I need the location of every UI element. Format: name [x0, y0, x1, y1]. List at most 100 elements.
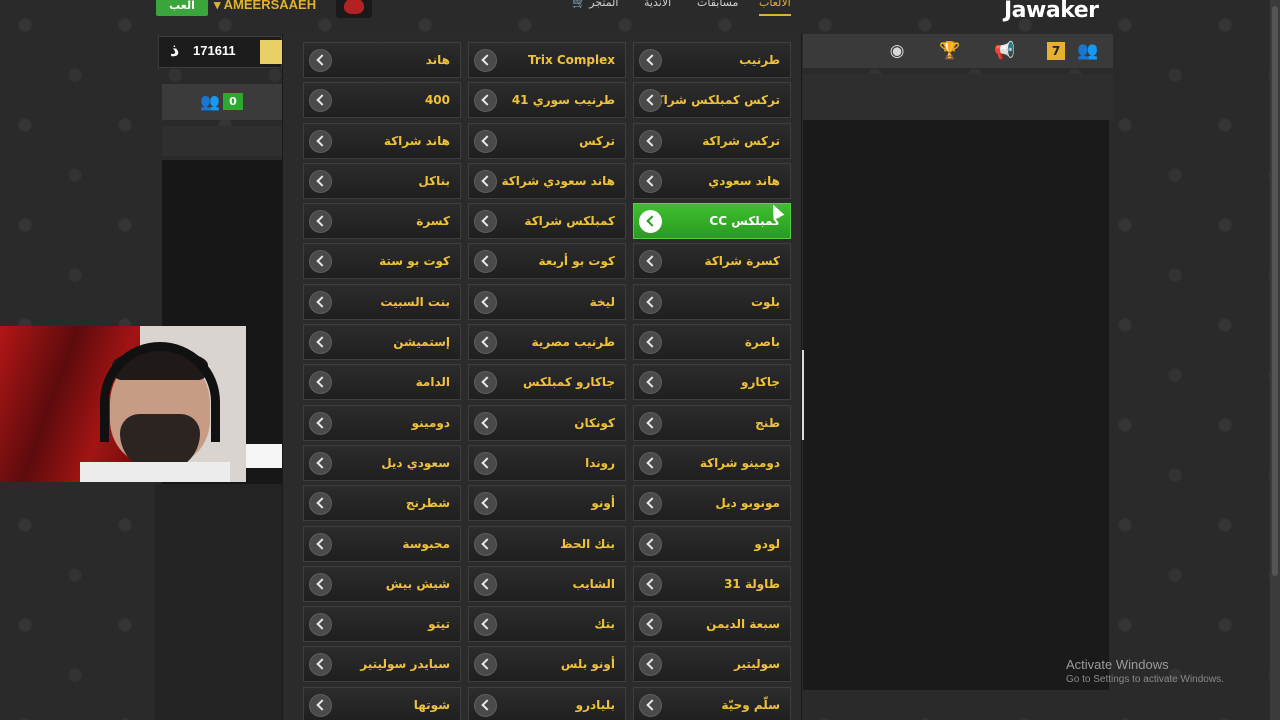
game-button[interactable]: كمبلكس شراكة	[468, 203, 626, 240]
game-label: طرنيب سوري 41	[511, 93, 615, 108]
brand-logo[interactable]: Jawaker	[1004, 0, 1099, 23]
game-button[interactable]: كونكان	[468, 404, 626, 441]
game-button[interactable]: كسرة شراكة	[633, 243, 791, 280]
game-button[interactable]: تركس كمبلكس شراكة	[633, 82, 791, 119]
nav-games[interactable]: الألعاب	[759, 0, 791, 16]
chevron-left-icon	[474, 451, 497, 475]
game-button[interactable]: هاند	[303, 42, 461, 78]
game-button[interactable]: بناكل	[303, 162, 461, 199]
page-scrollbar[interactable]	[1270, 0, 1280, 720]
chevron-left-icon	[474, 169, 497, 193]
game-label: شطرنج	[405, 496, 450, 511]
chevron-left-icon	[309, 411, 332, 435]
rss-icon[interactable]: ◉	[884, 40, 910, 62]
right-panel-content	[803, 120, 1109, 690]
game-button[interactable]: أونو بلس	[468, 646, 626, 683]
game-button[interactable]: دومينو شراكة	[633, 444, 791, 481]
chevron-left-icon	[474, 331, 497, 355]
game-button[interactable]: بلوت	[633, 283, 791, 320]
chevron-left-icon	[639, 572, 662, 596]
game-label: باصرة	[744, 335, 780, 350]
game-button[interactable]: باصرة	[633, 324, 791, 361]
game-button[interactable]: شيش بيش	[303, 565, 461, 602]
game-button[interactable]: كوت بو ستة	[303, 243, 461, 280]
avatar[interactable]	[336, 0, 372, 18]
nav-store[interactable]: 🛒 المتجر	[572, 0, 618, 16]
game-button[interactable]: طاولة 31	[633, 565, 791, 602]
wallet-chip[interactable]	[260, 40, 282, 64]
game-button[interactable]: جاكارو كمبلكس	[468, 364, 626, 401]
chevron-left-icon	[474, 532, 497, 556]
chevron-left-icon	[309, 169, 332, 193]
left-panel-chip[interactable]	[246, 444, 282, 468]
chevron-left-icon	[639, 250, 662, 274]
game-button[interactable]: روندا	[468, 444, 626, 481]
game-button[interactable]: محبوسة	[303, 525, 461, 562]
game-button[interactable]: سوليتير	[633, 646, 791, 683]
game-label: جاكارو	[740, 375, 780, 390]
game-button[interactable]: الشايب	[468, 565, 626, 602]
game-button[interactable]: مونوبو ديل	[633, 485, 791, 522]
game-button[interactable]: كسرة	[303, 203, 461, 240]
game-button[interactable]: شطرنج	[303, 485, 461, 522]
game-button[interactable]: طرنيب مصرية	[468, 324, 626, 361]
game-button[interactable]: تركس	[468, 122, 626, 159]
chevron-left-icon	[309, 451, 332, 475]
game-label: أونو بلس	[560, 657, 615, 672]
game-button[interactable]: هاند شراكة	[303, 122, 461, 159]
chevron-left-icon	[639, 290, 662, 314]
game-label: روندا	[585, 455, 615, 470]
game-label: كسرة	[416, 214, 450, 229]
game-button[interactable]: سلّم وحيّة	[633, 686, 791, 720]
game-button[interactable]: الدامة	[303, 364, 461, 401]
game-label: بلوت	[751, 294, 780, 309]
game-button[interactable]: سبعة الديمن	[633, 606, 791, 643]
chevron-left-icon	[474, 210, 497, 234]
game-button[interactable]: هاند سعودي	[633, 162, 791, 199]
chevron-left-icon	[309, 572, 332, 596]
game-button[interactable]: هاند سعودي شراكة	[468, 162, 626, 199]
game-button[interactable]: سعودي ديل	[303, 444, 461, 481]
chevron-left-icon	[309, 532, 332, 556]
game-button[interactable]: 400	[303, 82, 461, 119]
game-button[interactable]: تيتو	[303, 606, 461, 643]
game-label: مونوبو ديل	[715, 496, 780, 511]
game-button[interactable]: دومينو	[303, 404, 461, 441]
game-button[interactable]: طرنيب سوري 41	[468, 82, 626, 119]
game-button[interactable]: سبايدر سوليتير	[303, 646, 461, 683]
chevron-left-icon	[639, 49, 662, 72]
game-label: تركس	[579, 133, 615, 148]
game-button[interactable]: أونو	[468, 485, 626, 522]
game-label: شيش بيش	[385, 576, 450, 591]
game-button[interactable]: كوت بو أربعة	[468, 243, 626, 280]
game-button[interactable]: شوتها	[303, 686, 461, 720]
game-button[interactable]: بليادرو	[468, 686, 626, 720]
scrollbar-thumb[interactable]	[1272, 6, 1278, 576]
trophy-icon[interactable]: 🏆	[937, 40, 963, 62]
game-button[interactable]: بنك الحظ	[468, 525, 626, 562]
game-label: تركس كمبلكس شراكة	[649, 93, 780, 108]
username-dropdown[interactable]: ▾ AMEERSAAEH	[214, 0, 316, 13]
game-button[interactable]: جاكارو	[633, 364, 791, 401]
game-button[interactable]: طنج	[633, 404, 791, 441]
game-button[interactable]: بتك	[468, 606, 626, 643]
game-label: دومينو	[411, 415, 450, 430]
nav-tournaments[interactable]: مسابقات	[697, 0, 738, 16]
game-button[interactable]: لودو	[633, 525, 791, 562]
game-button[interactable]: طرنيب	[633, 42, 791, 78]
chevron-left-icon	[474, 613, 497, 637]
game-button[interactable]: Trix Complex	[468, 42, 626, 78]
nav-clubs[interactable]: الأندية	[644, 0, 671, 16]
game-button[interactable]: بنت السبيت	[303, 283, 461, 320]
megaphone-icon[interactable]: 📢	[992, 40, 1018, 62]
game-button[interactable]: تركس شراكة	[633, 122, 791, 159]
chevron-left-icon	[639, 331, 662, 355]
game-button[interactable]: إستميشن	[303, 324, 461, 361]
game-label: دومينو شراكة	[699, 455, 780, 470]
online-count-badge: 0	[223, 93, 243, 110]
chevron-left-icon	[639, 129, 662, 153]
users-icon[interactable]: 👥	[1075, 40, 1101, 62]
game-button[interactable]: ليخة	[468, 283, 626, 320]
online-friends-bar[interactable]	[162, 84, 282, 120]
play-button[interactable]: العب	[156, 0, 208, 16]
